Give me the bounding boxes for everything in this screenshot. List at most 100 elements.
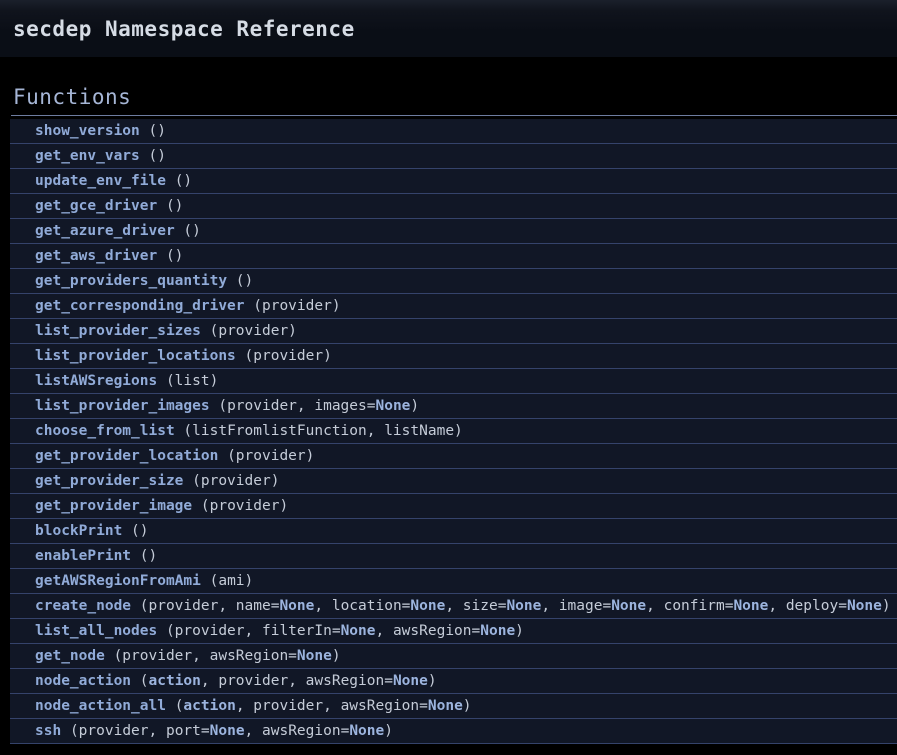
function-row: show_version ()	[10, 119, 897, 144]
param-token: (provider)	[227, 448, 314, 464]
function-signature: (listFromlistFunction, listName)	[175, 419, 463, 443]
function-name-link[interactable]: list_provider_sizes	[35, 319, 201, 343]
function-row: get_provider_size (provider)	[10, 469, 897, 494]
function-name-link[interactable]: node_action_all	[35, 694, 166, 718]
param-token: ()	[166, 198, 183, 214]
function-name-link[interactable]: get_providers_quantity	[35, 269, 227, 293]
param-token: (provider)	[253, 298, 340, 314]
keyword-token: None	[733, 598, 768, 614]
function-signature: ()	[157, 194, 183, 218]
param-token: , awsRegion=	[375, 623, 480, 639]
param-token: ()	[149, 123, 166, 139]
function-signature: (provider)	[245, 294, 341, 318]
param-token: )	[882, 598, 891, 614]
function-row: list_provider_images (provider, images=N…	[10, 394, 897, 419]
function-row: getAWSRegionFromAmi (ami)	[10, 569, 897, 594]
functions-heading: Functions	[13, 85, 897, 109]
function-name-link[interactable]: get_provider_image	[35, 494, 192, 518]
function-row: get_aws_driver ()	[10, 244, 897, 269]
function-row: list_all_nodes (provider, filterIn=None,…	[10, 619, 897, 644]
function-name-link[interactable]: show_version	[35, 119, 140, 143]
function-name-link[interactable]: listAWSregions	[35, 369, 157, 393]
keyword-token: None	[393, 673, 428, 689]
function-name-link[interactable]: list_all_nodes	[35, 619, 157, 643]
function-name-link[interactable]: get_env_vars	[35, 144, 140, 168]
function-row: list_provider_locations (provider)	[10, 344, 897, 369]
param-token: )	[463, 698, 472, 714]
function-name-link[interactable]: get_aws_driver	[35, 244, 157, 268]
param-token: (provider, images=	[218, 398, 375, 414]
function-name-link[interactable]: list_provider_images	[35, 394, 210, 418]
param-token: (	[140, 673, 149, 689]
function-signature: (provider)	[201, 319, 297, 343]
param-token: (list)	[166, 373, 218, 389]
function-name-link[interactable]: get_node	[35, 644, 105, 668]
keyword-token: None	[349, 723, 384, 739]
function-name-link[interactable]: list_provider_locations	[35, 344, 236, 368]
function-name-link[interactable]: blockPrint	[35, 519, 122, 543]
function-name-link[interactable]: node_action	[35, 669, 131, 693]
function-row: choose_from_list (listFromlistFunction, …	[10, 419, 897, 444]
function-signature: ()	[175, 219, 201, 243]
param-token: , location=	[314, 598, 410, 614]
keyword-token: None	[210, 723, 245, 739]
function-name-link[interactable]: get_provider_size	[35, 469, 183, 493]
function-signature: (action, provider, awsRegion=None)	[131, 669, 437, 693]
param-token: (provider, filterIn=	[166, 623, 341, 639]
function-name-link[interactable]: enablePrint	[35, 544, 131, 568]
function-name-link[interactable]: get_gce_driver	[35, 194, 157, 218]
function-signature: (provider)	[192, 494, 288, 518]
keyword-token: None	[341, 623, 376, 639]
param-token: (provider)	[245, 348, 332, 364]
function-signature: ()	[131, 544, 157, 568]
function-name-link[interactable]: choose_from_list	[35, 419, 175, 443]
function-signature: (provider, filterIn=None, awsRegion=None…	[157, 619, 524, 643]
function-name-link[interactable]: get_corresponding_driver	[35, 294, 245, 318]
function-signature: (provider)	[183, 469, 279, 493]
param-token: (provider, name=	[140, 598, 280, 614]
function-signature: ()	[140, 144, 166, 168]
keyword-token: None	[375, 398, 410, 414]
keyword-token: None	[506, 598, 541, 614]
function-row: blockPrint ()	[10, 519, 897, 544]
function-signature: ()	[122, 519, 148, 543]
function-row: get_corresponding_driver (provider)	[10, 294, 897, 319]
param-token: , deploy=	[768, 598, 847, 614]
function-row: get_provider_location (provider)	[10, 444, 897, 469]
function-signature: ()	[227, 269, 253, 293]
page-header: secdep Namespace Reference	[0, 0, 897, 57]
keyword-token: None	[847, 598, 882, 614]
function-row: ssh (provider, port=None, awsRegion=None…	[10, 719, 897, 744]
function-signature: (provider)	[218, 444, 314, 468]
function-name-link[interactable]: get_provider_location	[35, 444, 218, 468]
param-token: (provider, port=	[70, 723, 210, 739]
param-token: (provider)	[201, 498, 288, 514]
param-token: ()	[149, 148, 166, 164]
param-token: (provider)	[210, 323, 297, 339]
param-token: ()	[236, 273, 253, 289]
param-token: )	[384, 723, 393, 739]
param-token: ()	[140, 548, 157, 564]
param-token: )	[515, 623, 524, 639]
param-token: , confirm=	[646, 598, 733, 614]
function-signature: ()	[166, 169, 192, 193]
function-name-link[interactable]: update_env_file	[35, 169, 166, 193]
function-row: get_gce_driver ()	[10, 194, 897, 219]
function-row: get_provider_image (provider)	[10, 494, 897, 519]
param-token: , awsRegion=	[245, 723, 350, 739]
param-token: ()	[175, 173, 192, 189]
function-name-link[interactable]: getAWSRegionFromAmi	[35, 569, 201, 593]
function-name-link[interactable]: get_azure_driver	[35, 219, 175, 243]
function-row: get_azure_driver ()	[10, 219, 897, 244]
function-row: create_node (provider, name= None , locati…	[10, 594, 897, 619]
keyword-token: None	[480, 623, 515, 639]
function-name-link[interactable]: create_node	[35, 594, 131, 618]
function-name-link[interactable]: ssh	[35, 719, 61, 743]
param-token: , image=	[541, 598, 611, 614]
function-row: node_action_all (action, provider, awsRe…	[10, 694, 897, 719]
function-signature: (list)	[157, 369, 218, 393]
function-row: get_node (provider, awsRegion=None)	[10, 644, 897, 669]
function-signature: (provider, images=None)	[210, 394, 420, 418]
param-token: (listFromlistFunction, listName)	[183, 423, 462, 439]
param-token: (ami)	[210, 573, 254, 589]
